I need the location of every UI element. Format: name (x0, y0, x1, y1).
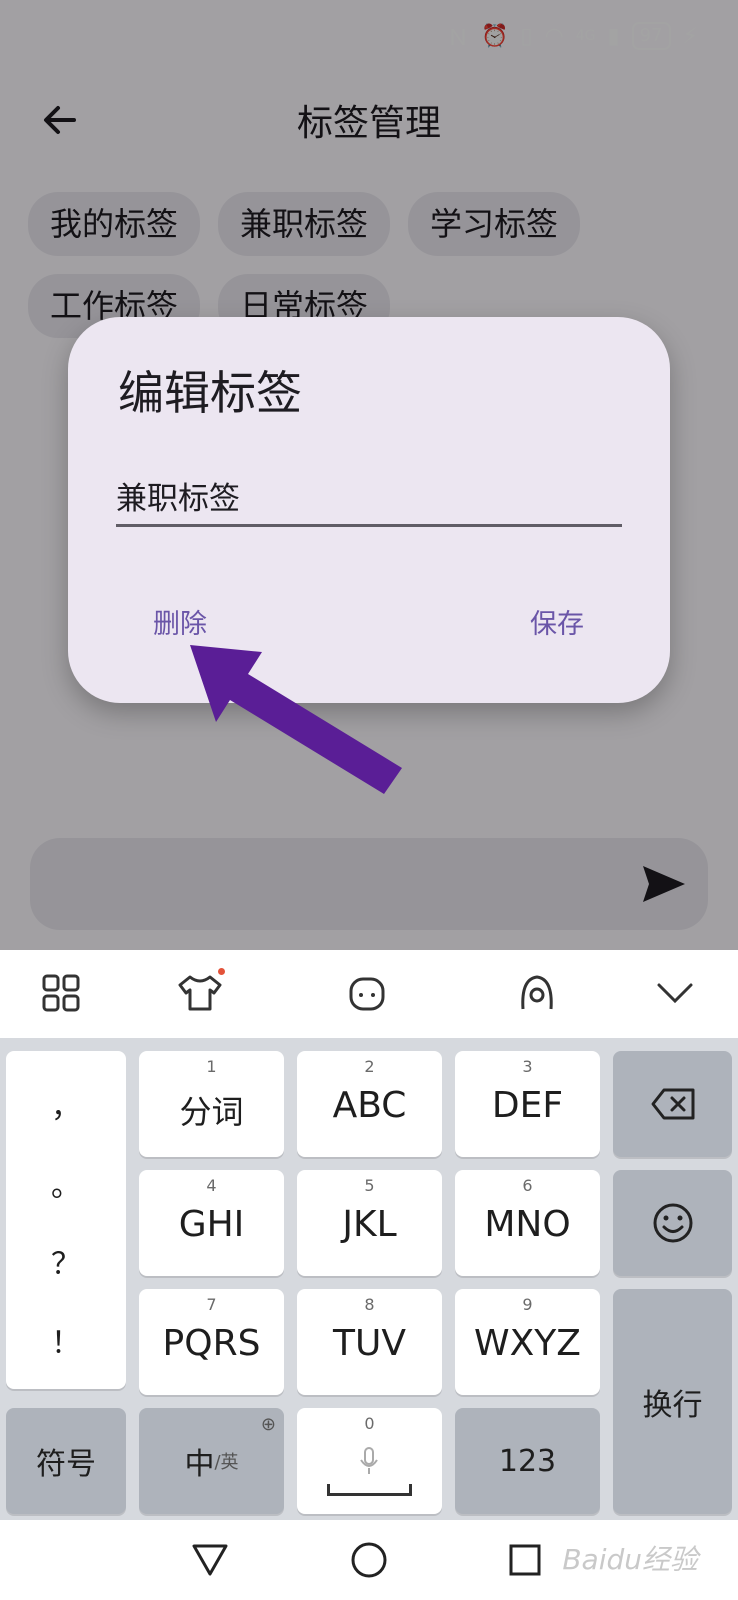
key-8[interactable]: 8 TUV (297, 1289, 442, 1395)
soft-keyboard: ， 。 ？ ！ 1 分词 2 ABC 3 DEF 4 GHI 5 JKL 6 M… (0, 950, 738, 1520)
language-switch-key[interactable]: ⊕ 中/英 (139, 1408, 284, 1514)
key-label: 分词 (179, 1093, 244, 1131)
punctuation-column[interactable]: ， 。 ？ ！ (6, 1051, 126, 1389)
punct-key[interactable]: ？ (51, 1239, 81, 1283)
delete-button[interactable]: 删除 (153, 602, 207, 641)
key-number: 2 (364, 1057, 375, 1076)
key-label: TUV (333, 1323, 406, 1364)
numeric-key[interactable]: 123 (455, 1408, 600, 1514)
recents-square-icon (509, 1544, 541, 1576)
face-glyph (349, 977, 385, 1011)
symbols-key[interactable]: 符号 (6, 1408, 126, 1514)
key-number: 8 (364, 1295, 375, 1314)
key-number: 9 (522, 1295, 533, 1314)
key-4[interactable]: 4 GHI (139, 1170, 284, 1276)
edit-tag-dialog: 编辑标签 删除 保存 (68, 317, 670, 703)
key-5[interactable]: 5 JKL (297, 1170, 442, 1276)
key-9[interactable]: 9 WXYZ (455, 1289, 600, 1395)
key-number: 5 (364, 1176, 375, 1195)
key-label: MNO (484, 1204, 571, 1245)
key-label: WXYZ (474, 1323, 581, 1364)
backspace-key[interactable] (613, 1051, 732, 1157)
smiley-icon (653, 1203, 692, 1243)
microphone-icon (360, 1447, 378, 1474)
nav-home-button[interactable] (344, 1538, 394, 1582)
key-number: 3 (522, 1057, 533, 1076)
home-circle-icon (351, 1542, 387, 1578)
punct-key[interactable]: ， (51, 1082, 81, 1126)
chevron-down-icon[interactable] (650, 968, 700, 1018)
dialog-title: 编辑标签 (118, 366, 302, 420)
save-button[interactable]: 保存 (530, 602, 584, 641)
nav-back-button[interactable] (185, 1538, 235, 1582)
lang-main: 中 (184, 1447, 215, 1482)
lang-alt: /英 (214, 1452, 239, 1473)
notification-dot (218, 968, 225, 975)
tag-name-input[interactable] (116, 467, 622, 527)
backspace-icon (651, 1088, 694, 1120)
grid-icon[interactable] (36, 968, 86, 1018)
nav-recents-button[interactable] (500, 1538, 550, 1582)
key-number: 6 (522, 1176, 533, 1195)
emoji-key[interactable] (613, 1170, 732, 1276)
globe-icon: ⊕ (260, 1414, 276, 1435)
keyboard-toolbar (0, 950, 738, 1038)
key-number: 0 (364, 1414, 375, 1433)
watermark: Baidu经验 (562, 1543, 698, 1576)
assistant-glyph (521, 975, 553, 1010)
key-label: GHI (178, 1204, 245, 1245)
emoji-face-icon[interactable] (342, 968, 392, 1018)
key-number: 1 (206, 1057, 217, 1076)
key-number: 7 (206, 1295, 217, 1314)
skin-icon[interactable] (175, 968, 225, 1018)
system-nav-bar: Baidu经验 (0, 1520, 738, 1600)
key-number: 4 (206, 1176, 217, 1195)
key-label: PQRS (162, 1323, 261, 1364)
key-label: JKL (342, 1204, 397, 1245)
key-3[interactable]: 3 DEF (455, 1051, 600, 1157)
voice-assistant-icon[interactable] (512, 968, 562, 1018)
key-2[interactable]: 2 ABC (297, 1051, 442, 1157)
chevron-glyph (657, 983, 693, 1004)
enter-key[interactable]: 换行 (613, 1289, 732, 1514)
space-key[interactable]: 0 (297, 1408, 442, 1514)
space-glyph (327, 1484, 412, 1496)
punct-key[interactable]: 。 (51, 1161, 81, 1205)
punct-key[interactable]: ！ (51, 1318, 81, 1362)
key-7[interactable]: 7 PQRS (139, 1289, 284, 1395)
grid-glyph (42, 974, 80, 1012)
key-label: ABC (332, 1085, 407, 1126)
shirt-glyph (178, 975, 222, 1011)
key-label: DEF (491, 1085, 564, 1126)
back-triangle-icon (192, 1544, 228, 1576)
key-6[interactable]: 6 MNO (455, 1170, 600, 1276)
key-1[interactable]: 1 分词 (139, 1051, 284, 1157)
